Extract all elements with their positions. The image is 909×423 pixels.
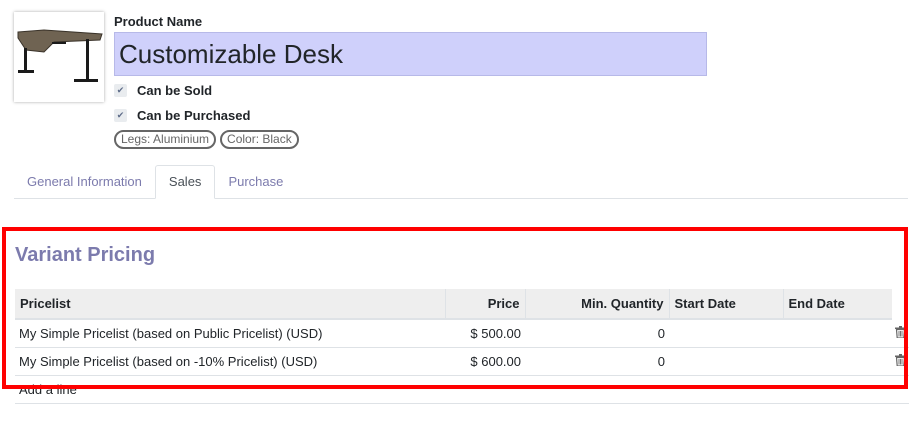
table-row[interactable]: My Simple Pricelist (based on Public Pri…	[15, 319, 909, 348]
trash-icon	[895, 325, 906, 339]
column-header-actions	[892, 289, 909, 320]
variant-pricing-table: Pricelist Price Min. Quantity Start Date…	[15, 289, 909, 404]
column-header-price[interactable]: Price	[444, 289, 525, 320]
tab-sales[interactable]: Sales	[154, 165, 216, 199]
product-image[interactable]	[14, 12, 104, 102]
tab-general-information[interactable]: General Information	[14, 165, 155, 199]
table-row[interactable]: My Simple Pricelist (based on -10% Price…	[15, 347, 909, 376]
cell-pricelist[interactable]: My Simple Pricelist (based on Public Pri…	[15, 319, 445, 348]
cell-end-date[interactable]	[783, 347, 892, 376]
add-line-link[interactable]: Add a line	[15, 375, 445, 404]
cell-price[interactable]: $ 500.00	[445, 319, 525, 348]
cell-min-quantity[interactable]: 0	[525, 347, 669, 376]
tag-color[interactable]: Color: Black	[220, 130, 299, 149]
column-header-end-date[interactable]: End Date	[782, 289, 892, 320]
delete-row-button[interactable]	[892, 319, 909, 348]
check-icon: ✔	[116, 109, 125, 120]
check-icon: ✔	[116, 84, 125, 95]
column-header-start-date[interactable]: Start Date	[668, 289, 783, 320]
tab-purchase[interactable]: Purchase	[215, 165, 296, 199]
delete-row-button[interactable]	[892, 347, 909, 376]
can-be-purchased-row[interactable]: ✔ Can be Purchased	[114, 107, 250, 123]
can-be-purchased-label: Can be Purchased	[137, 107, 251, 123]
tag-legs[interactable]: Legs: Aluminium	[114, 130, 217, 149]
variant-tags: Legs: Aluminium Color: Black	[114, 130, 299, 149]
cell-pricelist[interactable]: My Simple Pricelist (based on -10% Price…	[15, 347, 445, 376]
desk-image-icon	[17, 29, 103, 82]
can-be-sold-checkbox[interactable]: ✔	[114, 83, 127, 97]
product-name-label: Product Name	[114, 14, 203, 29]
cell-start-date[interactable]	[669, 347, 783, 376]
cell-price[interactable]: $ 600.00	[445, 347, 525, 376]
cell-min-quantity[interactable]: 0	[525, 319, 669, 348]
trash-icon	[895, 353, 906, 367]
notebook-tabs: General Information Sales Purchase	[14, 165, 908, 199]
can-be-sold-row[interactable]: ✔ Can be Sold	[114, 82, 212, 98]
table-header-row: Pricelist Price Min. Quantity Start Date…	[15, 289, 909, 320]
column-header-min-quantity[interactable]: Min. Quantity	[524, 289, 669, 320]
can-be-sold-label: Can be Sold	[137, 82, 213, 98]
cell-end-date[interactable]	[783, 319, 892, 348]
variant-pricing-title: Variant Pricing	[15, 244, 156, 266]
can-be-purchased-checkbox[interactable]: ✔	[114, 108, 127, 122]
add-line-row: Add a line	[15, 375, 909, 404]
column-header-pricelist[interactable]: Pricelist	[15, 289, 445, 320]
product-name-input[interactable]: Customizable Desk	[114, 32, 707, 76]
cell-start-date[interactable]	[669, 319, 783, 348]
